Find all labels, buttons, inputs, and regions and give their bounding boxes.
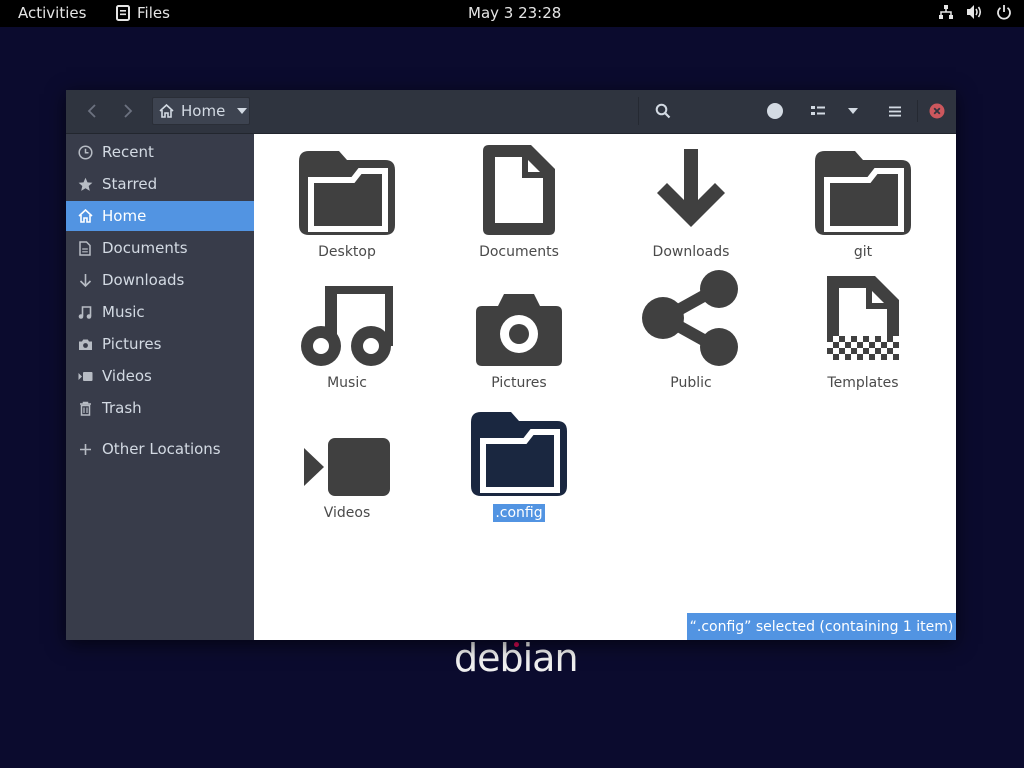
operations-button[interactable] xyxy=(763,98,787,124)
file-item-config[interactable]: .config xyxy=(444,404,594,522)
sidebar-item-documents[interactable]: Documents xyxy=(66,233,254,263)
pathbar-home-button[interactable]: Home xyxy=(152,97,250,125)
video-icon xyxy=(77,368,93,384)
places-sidebar: Recent Starred Home Documents Downloads xyxy=(66,134,255,640)
sidebar-item-starred[interactable]: Starred xyxy=(66,169,254,199)
list-view-icon xyxy=(811,106,825,115)
activities-button[interactable]: Activities xyxy=(18,4,86,22)
camera-icon xyxy=(444,274,594,366)
file-item-label: git xyxy=(853,244,873,260)
sidebar-item-label: Recent xyxy=(102,143,154,161)
sidebar-item-label: Pictures xyxy=(102,335,162,353)
file-item-label: Templates xyxy=(827,375,899,391)
operations-circle-icon xyxy=(767,103,783,119)
power-icon xyxy=(997,5,1011,20)
sidebar-item-label: Starred xyxy=(102,175,158,193)
plus-icon xyxy=(77,441,93,457)
debian-logo: debian xyxy=(454,636,579,680)
sidebar-item-label: Documents xyxy=(102,239,188,257)
file-item-music[interactable]: Music xyxy=(272,274,422,392)
template-icon xyxy=(788,274,938,366)
chevron-left-icon xyxy=(87,104,96,118)
file-item-label: Pictures xyxy=(491,375,547,391)
top-bar: Activities Files May 3 23:28 xyxy=(0,0,1024,27)
search-icon xyxy=(655,103,671,119)
file-item-label: Videos xyxy=(323,505,371,521)
caret-down-icon xyxy=(237,108,248,114)
download-arrow-icon xyxy=(616,143,766,235)
volume-icon xyxy=(967,5,982,19)
selection-status: “.config” selected (containing 1 item) xyxy=(687,613,956,640)
debian-logo-dot xyxy=(514,642,519,647)
file-item-desktop[interactable]: Desktop xyxy=(272,143,422,261)
music-note-icon xyxy=(272,274,422,366)
sidebar-item-label: Home xyxy=(102,207,147,225)
sidebar-item-recent[interactable]: Recent xyxy=(66,137,254,167)
forward-button[interactable] xyxy=(116,98,140,124)
file-item-label: Downloads xyxy=(652,244,730,260)
clock-icon xyxy=(77,144,93,160)
folder-icon xyxy=(444,404,594,496)
view-toggle-button[interactable] xyxy=(806,98,830,124)
chevron-right-icon xyxy=(124,104,133,118)
file-item-label: Desktop xyxy=(318,244,376,260)
sidebar-item-downloads[interactable]: Downloads xyxy=(66,265,254,295)
file-item-label: Documents xyxy=(479,244,559,260)
file-item-label[interactable]: .config xyxy=(493,504,545,522)
view-options-button[interactable] xyxy=(842,98,864,124)
clock[interactable]: May 3 23:28 xyxy=(468,4,561,22)
file-item-public[interactable]: Public xyxy=(616,270,766,392)
sidebar-item-other-locations[interactable]: Other Locations xyxy=(66,434,254,464)
back-button[interactable] xyxy=(80,98,104,124)
sidebar-item-label: Other Locations xyxy=(102,440,221,458)
file-item-downloads[interactable]: Downloads xyxy=(616,143,766,261)
file-item-label: Public xyxy=(670,375,712,391)
files-window: Home Recent Starred Home Documents Downl… xyxy=(66,90,956,640)
close-window-button[interactable] xyxy=(926,98,948,124)
music-icon xyxy=(77,304,93,320)
header-bar: Home xyxy=(66,90,956,134)
file-item-documents[interactable]: Documents xyxy=(444,143,594,261)
camera-icon xyxy=(77,336,93,352)
app-menu-button[interactable]: Files xyxy=(116,4,170,22)
folder-icon xyxy=(272,143,422,235)
sidebar-item-music[interactable]: Music xyxy=(66,297,254,327)
share-icon xyxy=(616,270,766,366)
file-item-videos[interactable]: Videos xyxy=(272,404,422,522)
sidebar-item-label: Music xyxy=(102,303,145,321)
main-menu-button[interactable] xyxy=(883,98,907,124)
app-name: Files xyxy=(137,4,170,22)
file-item-templates[interactable]: Templates xyxy=(788,274,938,392)
sidebar-item-label: Downloads xyxy=(102,271,185,289)
star-icon xyxy=(77,176,93,192)
home-icon xyxy=(159,104,174,118)
close-icon xyxy=(929,103,945,119)
sidebar-item-videos[interactable]: Videos xyxy=(66,361,254,391)
trash-icon xyxy=(77,400,93,416)
document-icon xyxy=(77,240,93,256)
file-item-label: Music xyxy=(327,375,367,391)
files-app-icon xyxy=(116,5,130,21)
document-icon xyxy=(444,143,594,235)
home-icon xyxy=(77,208,93,224)
file-item-git[interactable]: git xyxy=(788,143,938,261)
file-item-pictures[interactable]: Pictures xyxy=(444,274,594,392)
location-bar-area xyxy=(252,97,639,125)
sidebar-item-home[interactable]: Home xyxy=(66,201,254,231)
sidebar-item-label: Trash xyxy=(102,399,142,417)
sidebar-item-pictures[interactable]: Pictures xyxy=(66,329,254,359)
download-icon xyxy=(77,272,93,288)
caret-down-icon xyxy=(848,108,858,114)
hamburger-menu-icon xyxy=(889,106,901,116)
network-icon xyxy=(939,5,953,19)
system-tray[interactable] xyxy=(938,4,1012,20)
header-separator xyxy=(917,100,918,122)
file-grid: Desktop Documents Downloads git Music Pi… xyxy=(254,134,956,640)
folder-icon xyxy=(788,143,938,235)
sidebar-item-trash[interactable]: Trash xyxy=(66,393,254,423)
search-button[interactable] xyxy=(650,98,676,124)
video-camera-icon xyxy=(272,404,422,496)
pathbar-label: Home xyxy=(181,102,226,120)
sidebar-item-label: Videos xyxy=(102,367,152,385)
